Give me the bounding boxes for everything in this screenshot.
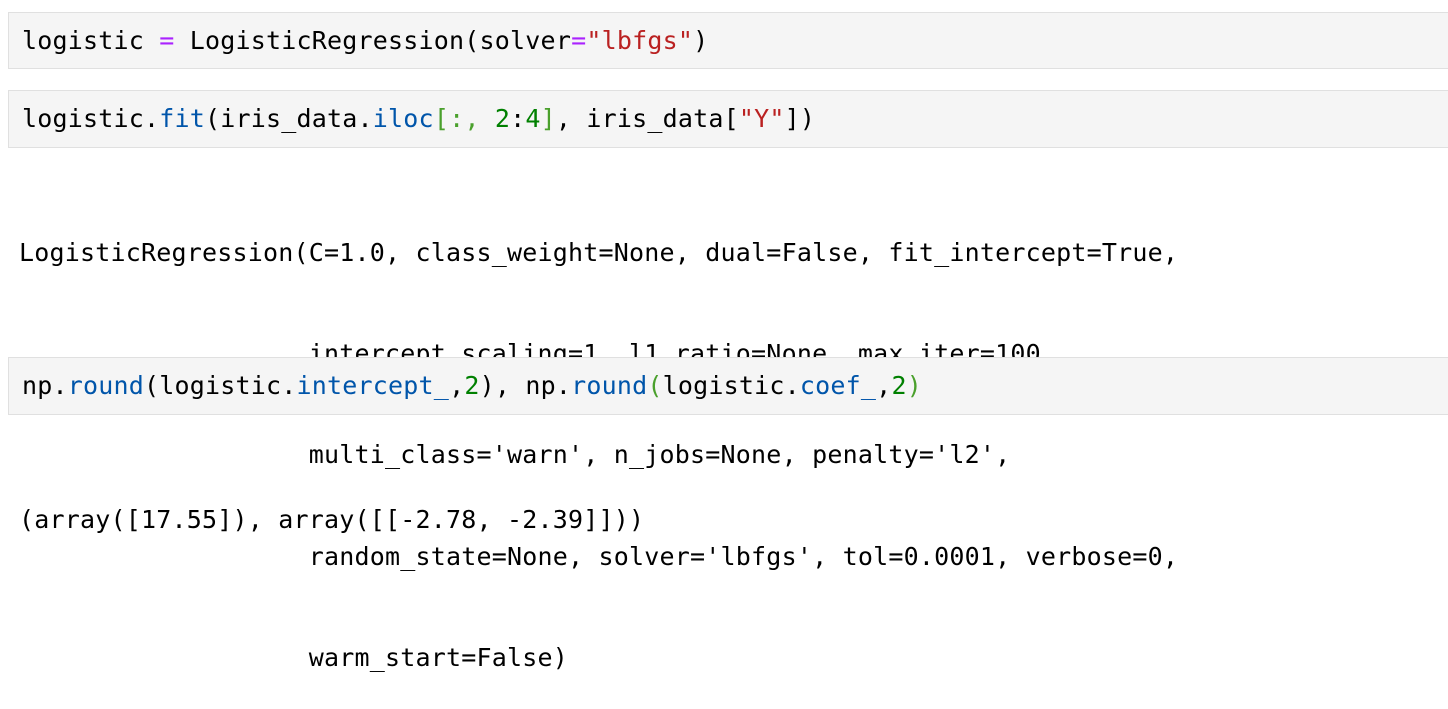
code-token: ) [693, 25, 709, 55]
attribute-token: iloc [372, 104, 434, 133]
code-token: , iris_data[ [555, 104, 739, 133]
bracket-token: ) [906, 371, 922, 400]
operator-token: = [571, 25, 587, 55]
code-line: np.round(logistic.intercept_,2), np.roun… [22, 371, 922, 401]
code-token: logistic. [22, 104, 160, 133]
code-token: LogisticRegression(solver [174, 25, 572, 55]
attribute-token: coef_ [799, 371, 877, 400]
string-token: "Y" [738, 104, 785, 133]
code-cell-1-input[interactable]: logistic = LogisticRegression(solver="lb… [8, 12, 1448, 69]
code-token: , [876, 371, 892, 400]
code-token: : [510, 104, 526, 133]
number-token: 2 [464, 371, 480, 400]
output-line: warm_start=False) [19, 643, 569, 673]
string-token: "lbfgs" [586, 25, 694, 55]
code-token: ]) [784, 104, 816, 133]
code-line: logistic = LogisticRegression(solver="lb… [22, 26, 708, 56]
code-token: (iris_data. [205, 104, 373, 133]
number-token: 4 [525, 104, 541, 133]
method-token: round [571, 371, 648, 400]
code-token: (logistic. [144, 371, 297, 400]
code-cell-2-input[interactable]: logistic.fit(iris_data.iloc[:, 2:4], iri… [8, 90, 1448, 148]
code-cell-3-input[interactable]: np.round(logistic.intercept_,2), np.roun… [8, 357, 1448, 415]
code-token: logistic [22, 25, 160, 55]
code-token: ), np. [479, 371, 572, 400]
method-token: round [67, 371, 145, 400]
code-token: np. [22, 371, 68, 400]
output-line: LogisticRegression(C=1.0, class_weight=N… [19, 237, 1179, 267]
bracket-token: ] [540, 104, 556, 133]
method-token: fit [159, 104, 206, 133]
number-token: 2 [891, 371, 907, 400]
bracket-token: [:, [433, 104, 495, 133]
bracket-token: ( [647, 371, 663, 400]
number-token: 2 [494, 104, 511, 133]
operator-token: = [159, 25, 175, 55]
attribute-token: intercept_ [296, 371, 450, 400]
code-token: logistic. [662, 371, 800, 400]
code-cell-3-output: (array([17.55]), array([[-2.78, -2.39]])… [19, 435, 1439, 570]
output-line: (array([17.55]), array([[-2.78, -2.39]])… [19, 504, 645, 534]
code-token: , [449, 371, 465, 400]
code-line: logistic.fit(iris_data.iloc[:, 2:4], iri… [22, 104, 815, 134]
